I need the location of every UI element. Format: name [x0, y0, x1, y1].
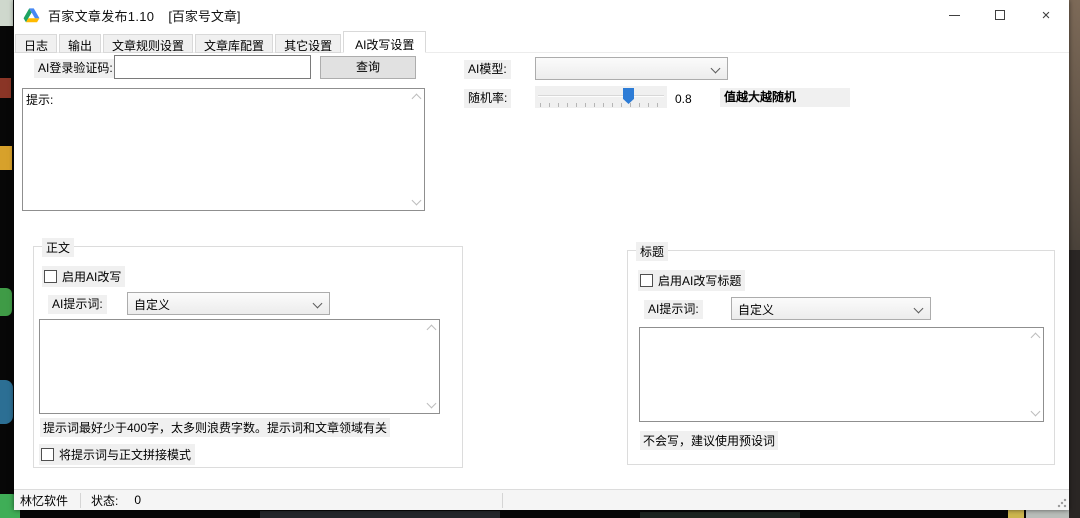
randomness-note: 值越大越随机 — [720, 88, 850, 107]
concat-mode-checkbox[interactable] — [41, 448, 54, 461]
desktop-fragment — [640, 512, 800, 518]
title-bar: 百家文章发布1.10 [百家号文章] × — [14, 0, 1069, 30]
tab-article-rules[interactable]: 文章规则设置 — [103, 34, 194, 53]
close-button[interactable]: × — [1023, 0, 1069, 30]
desktop-fragment — [260, 511, 500, 518]
window-title-context: [百家号文章] — [168, 8, 241, 24]
concat-mode-label: 将提示词与正文拼接模式 — [59, 448, 192, 462]
ai-model-label: AI模型: — [464, 60, 511, 79]
scroll-up-icon[interactable] — [426, 324, 437, 335]
scroll-down-icon[interactable] — [1030, 406, 1041, 417]
body-prompt-textarea[interactable] — [39, 319, 440, 414]
statusbar-separator — [80, 492, 82, 508]
body-prompt-select[interactable]: 自定义 — [127, 292, 330, 315]
window-title: 百家文章发布1.10 — [48, 8, 155, 24]
tab-article-library[interactable]: 文章库配置 — [195, 34, 274, 53]
status-value: 0 — [134, 493, 142, 507]
title-group: 标题 启用AI改写标题 AI提示词: 自定义 不会写，建议使用预设词 — [627, 242, 1055, 465]
enable-ai-rewrite-title-row: 启用AI改写标题 — [638, 270, 746, 291]
enable-ai-rewrite-row: 启用AI改写 — [42, 266, 126, 287]
title-prompt-label: AI提示词: — [644, 300, 703, 319]
chevron-down-icon — [710, 63, 721, 74]
body-prompt-selected-value: 自定义 — [134, 298, 171, 312]
randomness-label: 随机率: — [464, 89, 512, 108]
app-icon — [23, 7, 40, 22]
query-button[interactable]: 查询 — [320, 56, 416, 79]
prompt-textarea[interactable]: 提示: — [22, 88, 425, 211]
randomness-value: 0.8 — [671, 90, 696, 109]
desktop-fragment — [0, 146, 12, 170]
auth-code-input[interactable] — [114, 55, 311, 79]
prompt-textarea-text: 提示: — [26, 93, 54, 107]
slider-ticks — [540, 103, 662, 107]
enable-ai-rewrite-label: 启用AI改写 — [62, 270, 122, 284]
scroll-up-icon[interactable] — [1030, 332, 1041, 343]
randomness-slider[interactable] — [535, 86, 667, 108]
enable-ai-rewrite-title-label: 启用AI改写标题 — [658, 274, 742, 288]
scroll-down-icon[interactable] — [411, 195, 422, 206]
enable-ai-rewrite-title-checkbox[interactable] — [640, 274, 653, 287]
scroll-down-icon[interactable] — [426, 398, 437, 409]
maximize-button[interactable] — [977, 0, 1023, 30]
desktop-fragment — [1069, 250, 1080, 518]
chevron-down-icon — [913, 303, 924, 314]
desktop-fragment — [1069, 0, 1080, 250]
body-group: 正文 启用AI改写 AI提示词: 自定义 提示词最好少于400字，太多则浪费字数… — [33, 238, 463, 468]
minimize-button[interactable] — [931, 0, 977, 30]
minimize-icon — [948, 14, 960, 16]
tab-output[interactable]: 输出 — [59, 34, 102, 53]
maximize-icon — [995, 10, 1005, 20]
title-prompt-textarea[interactable] — [639, 327, 1044, 422]
app-window: 百家文章发布1.10 [百家号文章] × 日志 输出 文章规则设置 文章库配置 … — [14, 0, 1069, 510]
resize-grip-icon[interactable] — [1057, 498, 1067, 508]
desktop-fragment — [0, 0, 13, 26]
brand-label: 林忆软件 — [20, 493, 69, 508]
status-label: 状态: — [91, 493, 119, 508]
title-prompt-select[interactable]: 自定义 — [731, 297, 931, 320]
desktop-fragment — [0, 78, 11, 98]
ai-model-select[interactable] — [535, 57, 728, 80]
chevron-down-icon — [312, 298, 323, 309]
close-icon: × — [1041, 6, 1051, 24]
tab-strip: 日志 输出 文章规则设置 文章库配置 其它设置 AI改写设置 — [15, 31, 428, 53]
desktop-fragment — [0, 380, 13, 424]
tab-ai-rewrite-settings[interactable]: AI改写设置 — [343, 31, 427, 53]
scroll-up-icon[interactable] — [411, 93, 422, 104]
slider-track — [538, 95, 664, 97]
enable-ai-rewrite-checkbox[interactable] — [44, 270, 57, 283]
status-bar: 林忆软件 状态: 0 — [14, 489, 1069, 510]
statusbar-separator — [502, 492, 503, 508]
body-prompt-label: AI提示词: — [48, 295, 107, 314]
body-group-title: 正文 — [42, 238, 75, 257]
auth-code-label: AI登录验证码: — [34, 59, 117, 78]
tab-log[interactable]: 日志 — [15, 34, 58, 53]
concat-mode-row: 将提示词与正文拼接模式 — [39, 444, 196, 465]
app-icon-yellow — [25, 17, 40, 22]
body-prompt-hint: 提示词最好少于400字，太多则浪费字数。提示词和文章领域有关 — [40, 418, 391, 437]
tab-other-settings[interactable]: 其它设置 — [275, 34, 342, 53]
title-prompt-hint: 不会写，建议使用预设词 — [640, 431, 779, 450]
slider-thumb[interactable] — [623, 88, 634, 104]
title-group-title: 标题 — [636, 242, 669, 261]
title-prompt-selected-value: 自定义 — [738, 303, 775, 317]
desktop-fragment — [0, 288, 12, 316]
